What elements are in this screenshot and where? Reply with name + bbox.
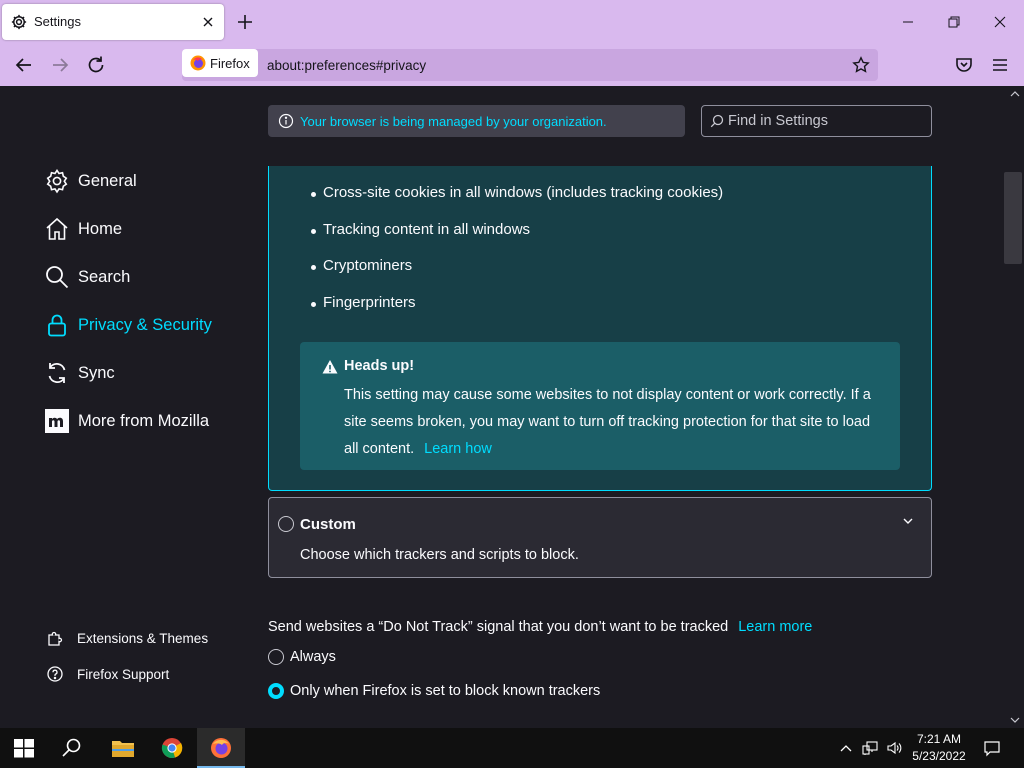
chrome-icon bbox=[161, 738, 183, 759]
find-in-settings-input[interactable] bbox=[728, 111, 924, 131]
windows-taskbar: 7:21 AM 5/23/2022 bbox=[0, 728, 1024, 768]
managed-notice-text[interactable]: Your browser is being managed by your or… bbox=[300, 114, 607, 129]
dnt-option-always[interactable]: Always bbox=[268, 647, 336, 667]
identity-box[interactable]: Firefox bbox=[182, 49, 258, 77]
chevron-down-icon[interactable] bbox=[901, 514, 915, 528]
minimize-button[interactable] bbox=[898, 12, 918, 32]
close-window-button[interactable] bbox=[990, 12, 1010, 32]
always-radio[interactable] bbox=[268, 649, 284, 665]
sidebar-extensions-themes[interactable]: Extensions & Themes bbox=[46, 627, 208, 649]
url-text[interactable]: about:preferences#privacy bbox=[267, 58, 426, 73]
sidebar-item-home[interactable]: Home bbox=[44, 214, 122, 244]
firefox-logo-icon bbox=[190, 55, 206, 71]
list-item: Cryptominers bbox=[309, 257, 723, 294]
custom-radio[interactable] bbox=[278, 516, 294, 532]
pocket-icon[interactable] bbox=[952, 53, 976, 77]
puzzle-icon bbox=[48, 631, 63, 646]
taskbar-firefox[interactable] bbox=[197, 728, 245, 768]
custom-description: Choose which trackers and scripts to blo… bbox=[300, 547, 579, 563]
warning-body: This setting may cause some websites to … bbox=[344, 382, 880, 463]
identity-label: Firefox bbox=[210, 56, 250, 71]
tab-strip: Settings bbox=[0, 0, 1024, 44]
folder-icon bbox=[112, 741, 134, 757]
dnt-option-label: Always bbox=[290, 649, 336, 665]
list-item: Tracking content in all windows bbox=[309, 221, 723, 258]
sidebar-item-general[interactable]: General bbox=[44, 166, 137, 196]
network-icon[interactable] bbox=[862, 740, 878, 756]
sidebar-footer-label: Firefox Support bbox=[77, 666, 170, 682]
taskbar-search-button[interactable] bbox=[48, 728, 96, 768]
menu-button[interactable] bbox=[988, 53, 1012, 77]
custom-title: Custom bbox=[300, 516, 356, 533]
windows-logo-icon bbox=[14, 739, 34, 758]
sidebar-item-sync[interactable]: Sync bbox=[44, 358, 115, 388]
learn-how-link[interactable]: Learn how bbox=[424, 441, 492, 457]
sidebar-item-privacy-security[interactable]: Privacy & Security bbox=[44, 310, 212, 340]
start-button[interactable] bbox=[0, 728, 48, 768]
blocked-items-list: Cross-site cookies in all windows (inclu… bbox=[309, 184, 723, 330]
home-icon bbox=[46, 217, 68, 240]
chevron-up-icon[interactable] bbox=[838, 740, 854, 756]
search-icon bbox=[710, 114, 724, 128]
clock-date: 5/23/2022 bbox=[912, 749, 966, 763]
sidebar-footer-label: Extensions & Themes bbox=[77, 630, 209, 646]
sidebar-item-label: More from Mozilla bbox=[78, 411, 210, 430]
new-tab-button[interactable] bbox=[234, 11, 256, 33]
scrollbar-thumb[interactable] bbox=[1004, 172, 1022, 264]
sidebar-item-label: Sync bbox=[78, 363, 115, 382]
scroll-down-arrow-icon[interactable] bbox=[1010, 716, 1020, 724]
search-icon bbox=[46, 266, 69, 289]
notifications-icon[interactable] bbox=[983, 739, 1001, 757]
gear-icon bbox=[46, 169, 68, 194]
taskbar-chrome[interactable] bbox=[148, 728, 196, 768]
firefox-logo-icon bbox=[211, 738, 231, 758]
sidebar-firefox-support[interactable]: Firefox Support bbox=[46, 663, 169, 685]
only-when-blocking-radio[interactable] bbox=[268, 683, 284, 699]
learn-more-link[interactable]: Learn more bbox=[738, 619, 812, 635]
warning-icon bbox=[322, 360, 338, 374]
mozilla-icon bbox=[45, 409, 69, 433]
do-not-track-description: Send websites a “Do Not Track” signal th… bbox=[268, 619, 812, 635]
dnt-text: Send websites a “Do Not Track” signal th… bbox=[268, 619, 729, 635]
sync-icon bbox=[48, 363, 66, 383]
list-item: Fingerprinters bbox=[309, 294, 723, 331]
help-icon bbox=[47, 666, 63, 682]
tab-title: Settings bbox=[34, 14, 81, 29]
search-icon bbox=[62, 738, 81, 757]
sidebar-item-label: Privacy & Security bbox=[78, 315, 212, 334]
sidebar-item-label: Home bbox=[78, 219, 123, 238]
reload-button[interactable] bbox=[84, 53, 108, 77]
close-icon bbox=[203, 17, 213, 27]
settings-page: Your browser is being managed by your or… bbox=[0, 86, 1024, 728]
warning-title: Heads up! bbox=[344, 358, 415, 374]
sidebar-item-search[interactable]: Search bbox=[44, 262, 130, 292]
managed-notice[interactable]: Your browser is being managed by your or… bbox=[268, 105, 685, 137]
sidebar-item-more-from-mozilla[interactable]: More from Mozilla bbox=[44, 406, 209, 436]
sidebar-item-label: Search bbox=[78, 267, 131, 286]
restore-button[interactable] bbox=[944, 12, 964, 32]
custom-protection-panel[interactable]: Custom Choose which trackers and scripts… bbox=[268, 497, 932, 578]
clock-time: 7:21 AM bbox=[916, 732, 962, 746]
back-button[interactable] bbox=[12, 53, 36, 77]
strict-protection-panel: Cross-site cookies in all windows (inclu… bbox=[268, 166, 932, 491]
volume-icon[interactable] bbox=[886, 740, 902, 756]
navigation-toolbar: Firefox about:preferences#privacy bbox=[0, 44, 1024, 86]
system-clock[interactable]: 7:21 AM 5/23/2022 bbox=[906, 731, 972, 765]
close-tab-button[interactable] bbox=[198, 12, 218, 32]
gear-icon bbox=[11, 14, 27, 30]
forward-button[interactable] bbox=[48, 53, 72, 77]
dnt-option-only-when-blocking[interactable]: Only when Firefox is set to block known … bbox=[268, 681, 600, 701]
lock-icon bbox=[48, 314, 66, 337]
list-item: Cross-site cookies in all windows (inclu… bbox=[309, 184, 723, 221]
url-bar[interactable]: Firefox about:preferences#privacy bbox=[182, 49, 878, 81]
taskbar-file-explorer[interactable] bbox=[98, 728, 146, 768]
tab-settings[interactable]: Settings bbox=[2, 4, 224, 40]
dnt-option-label: Only when Firefox is set to block known … bbox=[290, 683, 601, 699]
scroll-up-arrow-icon[interactable] bbox=[1010, 90, 1020, 98]
info-icon bbox=[278, 113, 294, 129]
bookmark-star-icon[interactable] bbox=[852, 56, 870, 74]
heads-up-warning: Heads up! This setting may cause some we… bbox=[300, 342, 900, 470]
find-in-settings[interactable] bbox=[701, 105, 932, 137]
sidebar-item-label: General bbox=[78, 171, 137, 190]
